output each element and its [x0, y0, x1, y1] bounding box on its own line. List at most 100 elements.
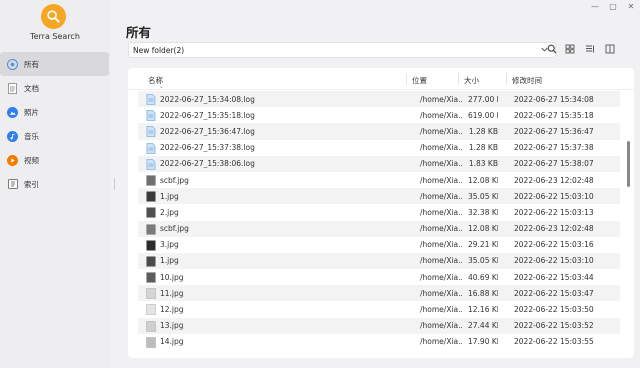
file-location: /home/Xia... — [420, 126, 462, 136]
column-divider[interactable] — [458, 73, 459, 85]
file-name: 2.jpg — [160, 207, 179, 217]
table-row[interactable]: 2022-06-27_15:37:38.log/home/Xia... 1.28 … — [138, 140, 620, 156]
image-thumb-icon — [146, 304, 156, 316]
sidebar-item-label: 视频 — [24, 155, 39, 165]
list-view-button[interactable] — [584, 44, 596, 56]
file-name: 2022-06-27_15:34:08.log — [160, 94, 255, 104]
file-size: 32.38 KB — [468, 207, 498, 217]
video-icon — [7, 154, 18, 166]
table-row[interactable]: 12.jpg/home/Xia... 12.16 KB 2022-06-22 15:… — [138, 301, 620, 317]
file-size: 35.05 KB — [468, 191, 498, 201]
file-location: /home/Xia... — [420, 288, 462, 298]
file-modified: 2022-06-27 15:35:18 — [514, 110, 594, 120]
file-size: 27.44 KB — [468, 321, 498, 331]
sidebar-item-label: 文档 — [24, 83, 39, 93]
path-select[interactable]: New folder(2) — [128, 42, 556, 58]
table-row[interactable]: 3.jpg/home/Xia... 29.21 KB 2022-06-22 15:0… — [138, 237, 620, 253]
file-location: /home/Xia... — [420, 94, 462, 104]
app-name: Terra Search — [30, 32, 80, 41]
sort-indicator-icon: ⌄ — [159, 83, 165, 90]
sidebar-item-photos[interactable]: 照片 — [0, 100, 110, 124]
column-header-size[interactable]: 大小 — [464, 75, 479, 86]
file-location: /home/Xia... — [420, 272, 462, 282]
image-thumb-icon — [146, 175, 156, 186]
file-location: /home/Xia... — [420, 305, 462, 315]
music-icon — [7, 130, 18, 142]
table-row[interactable]: 13.jpg/home/Xia... 27.44 KB 2022-06-22 15:… — [138, 317, 620, 334]
table-row[interactable]: 10.jpg/home/Xia... 40.69 KB 2022-06-22 15:… — [138, 269, 620, 285]
file-name: 1.jpg — [160, 191, 179, 201]
log-file-icon — [146, 142, 156, 154]
file-name: 2022-06-27_15:36:47.log — [160, 126, 255, 136]
file-name: 12.jpg — [160, 305, 184, 315]
split-pane-icon — [605, 44, 615, 56]
file-modified: 2022-06-22 15:03:47 — [514, 288, 594, 298]
document-icon — [7, 82, 18, 94]
file-size: 40.69 KB — [468, 272, 498, 282]
column-divider[interactable] — [406, 73, 407, 85]
log-file-icon — [146, 158, 156, 170]
app-logo-icon — [41, 4, 66, 29]
table-row[interactable]: scbf.jpg/home/Xia... 12.08 KB 2022-06-23 1… — [138, 220, 620, 237]
file-modified: 2022-06-22 15:03:16 — [514, 240, 594, 250]
column-header-location[interactable]: 位置 — [412, 75, 427, 86]
file-size: 1.28 KB — [468, 126, 498, 136]
file-size: 12.08 KB — [468, 224, 498, 234]
file-location: /home/Xia... — [420, 191, 462, 201]
file-modified: 2022-06-27 15:37:38 — [514, 143, 594, 153]
file-size: 1.83 KB — [468, 159, 498, 169]
column-divider[interactable] — [506, 73, 507, 85]
sidebar-item-documents[interactable]: 文档 — [0, 76, 110, 100]
file-size: 29.21 KB — [468, 240, 498, 250]
file-name: 11.jpg — [160, 288, 184, 298]
file-name: scbf.jpg — [160, 175, 189, 185]
table-row[interactable]: 14.jpg/home/Xia... 17.90 KB 2022-06-22 15:… — [138, 334, 620, 350]
all-icon — [7, 58, 18, 70]
list-view-icon — [585, 44, 595, 56]
file-location: /home/Xia... — [420, 207, 462, 217]
image-thumb-icon — [146, 272, 156, 283]
table-row[interactable]: 1.jpg/home/Xia... 35.05 KB 2022-06-22 15:0… — [138, 252, 620, 270]
file-location: /home/Xia... — [420, 256, 462, 266]
image-thumb-icon — [146, 256, 156, 267]
sidebar-item-music[interactable]: 音乐 — [0, 124, 110, 148]
table-row[interactable]: 2022-06-27_15:35:18.log/home/Xia... 619.0… — [138, 107, 620, 123]
sidebar-item-label: 音乐 — [24, 131, 39, 141]
table-row[interactable]: 1.jpg/home/Xia... 35.05 KB 2022-06-22 15:0… — [138, 188, 620, 205]
file-name: 10.jpg — [160, 272, 184, 282]
file-name: scbf.jpg — [160, 224, 189, 234]
sidebar-item-all[interactable]: 所有 — [0, 52, 109, 76]
table-row[interactable]: 2022-06-27_15:36:47.log/home/Xia... 1.28 … — [138, 123, 620, 140]
main-area: 所有 New folder(2) 名称 ⌄ 位置 大小 修改时间 2022-06… — [110, 0, 640, 368]
file-modified: 2022-06-23 12:02:48 — [514, 175, 594, 185]
sidebar-item-label: 所有 — [24, 59, 39, 69]
table-header: 名称 ⌄ 位置 大小 修改时间 — [128, 68, 634, 90]
sidebar-item-index[interactable]: 索引 — [0, 172, 110, 196]
file-location: /home/Xia... — [420, 159, 462, 169]
file-rows: 2022-06-27_15:34:08.log/home/Xia... 277.0… — [138, 91, 620, 350]
file-list-panel: 名称 ⌄ 位置 大小 修改时间 2022-06-27_15:34:08.log /… — [128, 68, 634, 358]
column-header-modified[interactable]: 修改时间 — [512, 75, 542, 86]
file-modified: 2022-06-22 15:03:10 — [514, 191, 594, 201]
search-icon — [547, 44, 557, 56]
file-location: /home/Xia... — [420, 321, 462, 331]
file-modified: 2022-06-27 15:38:07 — [514, 159, 594, 169]
table-row[interactable]: 2022-06-27_15:38:06.log/home/Xia... 1.83 … — [138, 155, 620, 172]
image-thumb-icon — [146, 239, 156, 251]
file-size: 17.90 KB — [468, 337, 498, 347]
file-name: 13.jpg — [160, 321, 184, 331]
file-name: 2022-06-27_15:35:18.log — [160, 110, 255, 120]
grid-view-button[interactable] — [564, 44, 576, 56]
table-row[interactable]: 2022-06-27_15:34:08.log/home/Xia... 277.0… — [138, 91, 620, 108]
preview-pane-button[interactable] — [604, 44, 616, 56]
table-row[interactable]: 2.jpg/home/Xia... 32.38 KB 2022-06-22 15:0… — [138, 204, 620, 220]
sidebar-item-videos[interactable]: 视频 — [0, 148, 110, 172]
vertical-scrollbar[interactable] — [627, 141, 630, 187]
file-modified: 2022-06-22 15:03:44 — [514, 272, 594, 282]
sidebar: Terra Search 所有 文档 照片 音乐 视频 索引 — [0, 0, 110, 368]
file-name: 1.jpg — [160, 256, 179, 266]
table-row[interactable]: scbf.jpg/home/Xia... 12.08 KB 2022-06-23 1… — [138, 172, 620, 188]
table-row[interactable]: 11.jpg/home/Xia... 16.88 KB 2022-06-22 15:… — [138, 285, 620, 302]
search-button[interactable] — [546, 44, 558, 56]
file-name: 3.jpg — [160, 240, 179, 250]
